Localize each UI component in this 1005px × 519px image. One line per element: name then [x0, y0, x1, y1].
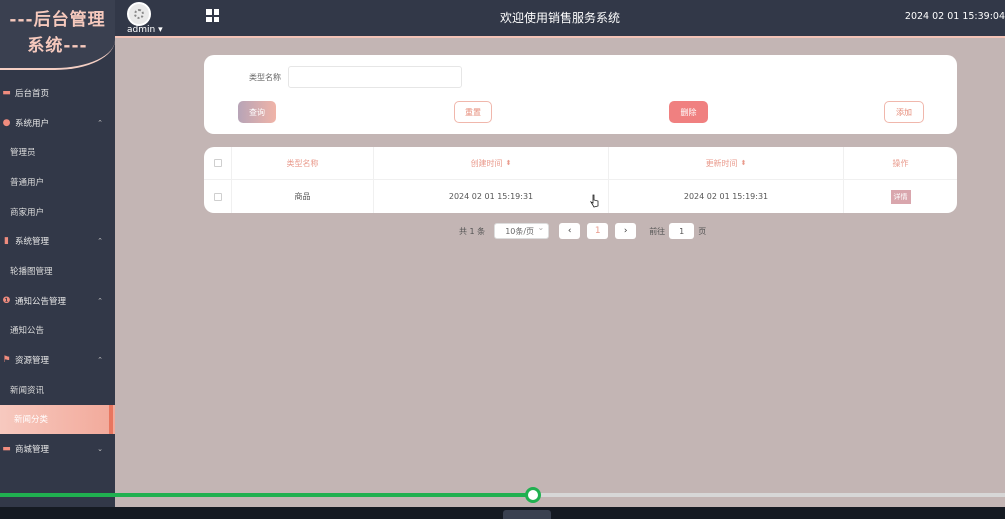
sidebar-item-notice-management[interactable]: ❶ 通知公告管理 ⌃ — [0, 286, 115, 316]
sidebar-item-news[interactable]: 新闻资讯 — [0, 375, 115, 405]
monitor-icon: ▬ — [2, 87, 11, 98]
bar-chart-icon: ▮ — [4, 236, 9, 247]
sidebar-item-normal-users[interactable]: 普通用户 — [0, 167, 115, 197]
query-button[interactable]: 查询 — [238, 101, 276, 123]
alert-icon: ❶ — [2, 295, 11, 306]
sidebar-item-merchant-users[interactable]: 商家用户 — [0, 197, 115, 227]
cell-action: 详情 — [844, 180, 957, 213]
top-bar: admin ▾ 欢迎使用销售服务系统 2024 02 01 15:39:04 — [115, 0, 1005, 38]
next-page-button[interactable]: › — [615, 223, 637, 239]
chevron-down-icon: ⌄ — [97, 445, 103, 454]
sidebar: ---后台管理 系统--- ▬ 后台首页 ● 系统用户 ⌃ 管理员 普通用户 商… — [0, 0, 115, 519]
username: admin — [127, 25, 156, 35]
row-select-cell — [204, 180, 232, 213]
logo-line-2: 系统--- — [27, 36, 88, 56]
sort-icon[interactable]: ⬍ — [741, 159, 747, 167]
goto-input[interactable]: 1 — [669, 223, 695, 239]
sidebar-item-label: 商城管理 — [15, 445, 50, 456]
bottom-bar — [0, 507, 1005, 519]
page-number[interactable]: 1 — [587, 223, 609, 239]
header-action: 操作 — [892, 158, 909, 168]
row-checkbox[interactable] — [213, 192, 222, 201]
sidebar-item-label: 新闻分类 — [14, 415, 49, 426]
delete-button[interactable]: 删除 — [669, 101, 708, 123]
sidebar-item-label: 新闻资讯 — [10, 385, 45, 396]
progress-fill — [0, 493, 533, 497]
clock: 2024 02 01 15:39:04 — [904, 11, 1005, 22]
cell-created: 2024 02 01 15:19:31 — [374, 180, 609, 213]
goto-suffix: 页 — [698, 226, 707, 236]
logo-line-1: ---后台管理 — [9, 10, 106, 30]
sidebar-item-label: 轮播图管理 — [10, 266, 53, 277]
header-type-name: 类型名称 — [232, 147, 374, 180]
sidebar-item-label: 商家用户 — [10, 207, 45, 218]
media-progress-bar[interactable] — [0, 487, 1005, 503]
table-row: 商品 2024 02 01 15:19:31 2024 02 01 15:19:… — [204, 180, 957, 213]
select-all-cell — [204, 147, 232, 180]
goto-label: 前往 — [649, 226, 666, 236]
bottom-tab[interactable] — [503, 510, 551, 519]
total-count: 共 1 条 — [459, 226, 486, 236]
main-content: 类型名称 查询 重置 删除 添加 类型名称 创建时间 ⬍ 更新时间 ⬍ 操作 商品 … — [115, 38, 1005, 507]
detail-button[interactable]: 详情 — [890, 189, 911, 204]
mouse-cursor-icon — [590, 194, 599, 208]
logo: ---后台管理 系统--- — [0, 0, 115, 70]
sidebar-item-mall-management[interactable]: ▬ 商城管理 ⌄ — [0, 434, 115, 464]
chevron-up-icon: ⌃ — [97, 296, 103, 305]
user-icon: ● — [2, 117, 11, 128]
caret-down-icon: ▾ — [158, 25, 163, 35]
sidebar-item-admins[interactable]: 管理员 — [0, 137, 115, 167]
sidebar-item-system-management[interactable]: ▮ 系统管理 ⌃ — [0, 226, 115, 256]
table-header-row: 类型名称 创建时间 ⬍ 更新时间 ⬍ 操作 — [204, 147, 957, 180]
header-created[interactable]: 创建时间 ⬍ — [374, 147, 609, 180]
chevron-up-icon: ⌃ — [97, 118, 103, 127]
sidebar-item-label: 普通用户 — [10, 177, 45, 188]
progress-handle[interactable] — [525, 487, 541, 503]
sidebar-item-label: 系统管理 — [15, 237, 50, 248]
sidebar-item-carousel[interactable]: 轮播图管理 — [0, 256, 115, 286]
sidebar-item-system-users[interactable]: ● 系统用户 ⌃ — [0, 108, 115, 138]
header-updated[interactable]: 更新时间 ⬍ — [609, 147, 844, 180]
sidebar-item-label: 资源管理 — [15, 356, 50, 367]
prev-page-button[interactable]: ‹ — [559, 223, 581, 239]
add-button[interactable]: 添加 — [884, 101, 924, 123]
sidebar-item-label: 系统用户 — [15, 118, 50, 129]
chevron-up-icon: ⌃ — [97, 237, 103, 246]
cell-updated: 2024 02 01 15:19:31 — [609, 180, 844, 213]
sidebar-item-home[interactable]: ▬ 后台首页 — [0, 78, 115, 108]
sidebar-item-resource-management[interactable]: ⚑ 资源管理 ⌃ — [0, 345, 115, 375]
sidebar-item-label: 后台首页 — [15, 88, 50, 99]
store-icon: ▬ — [2, 444, 11, 455]
search-panel: 类型名称 查询 重置 删除 添加 — [204, 55, 957, 134]
sidebar-item-label: 通知公告 — [10, 326, 45, 337]
chevron-up-icon: ⌃ — [97, 356, 103, 365]
search-label: 类型名称 — [249, 73, 281, 82]
sidebar-item-label: 通知公告管理 — [15, 296, 67, 307]
flag-icon: ⚑ — [2, 355, 11, 366]
sidebar-item-notices[interactable]: 通知公告 — [0, 316, 115, 346]
sidebar-menu: ▬ 后台首页 ● 系统用户 ⌃ 管理员 普通用户 商家用户 ▮ 系统管理 ⌃ 轮… — [0, 78, 115, 464]
search-input[interactable] — [288, 66, 462, 88]
reset-button[interactable]: 重置 — [454, 101, 492, 123]
select-all-checkbox[interactable] — [213, 159, 222, 167]
sidebar-item-news-category[interactable]: 新闻分类 — [0, 404, 115, 435]
page-size-select[interactable]: 10条/页 — [494, 223, 550, 239]
pagination: 共 1 条 10条/页 ‹ 1 › 前往 1 页 — [459, 223, 706, 239]
page-title: 欢迎使用销售服务系统 — [499, 11, 620, 25]
user-menu[interactable]: admin ▾ — [127, 25, 163, 35]
cell-type-name: 商品 — [232, 180, 374, 213]
sidebar-item-label: 管理员 — [10, 148, 36, 159]
data-table: 类型名称 创建时间 ⬍ 更新时间 ⬍ 操作 商品 2024 02 01 15:19:… — [204, 147, 957, 213]
sort-icon[interactable]: ⬍ — [506, 159, 512, 167]
